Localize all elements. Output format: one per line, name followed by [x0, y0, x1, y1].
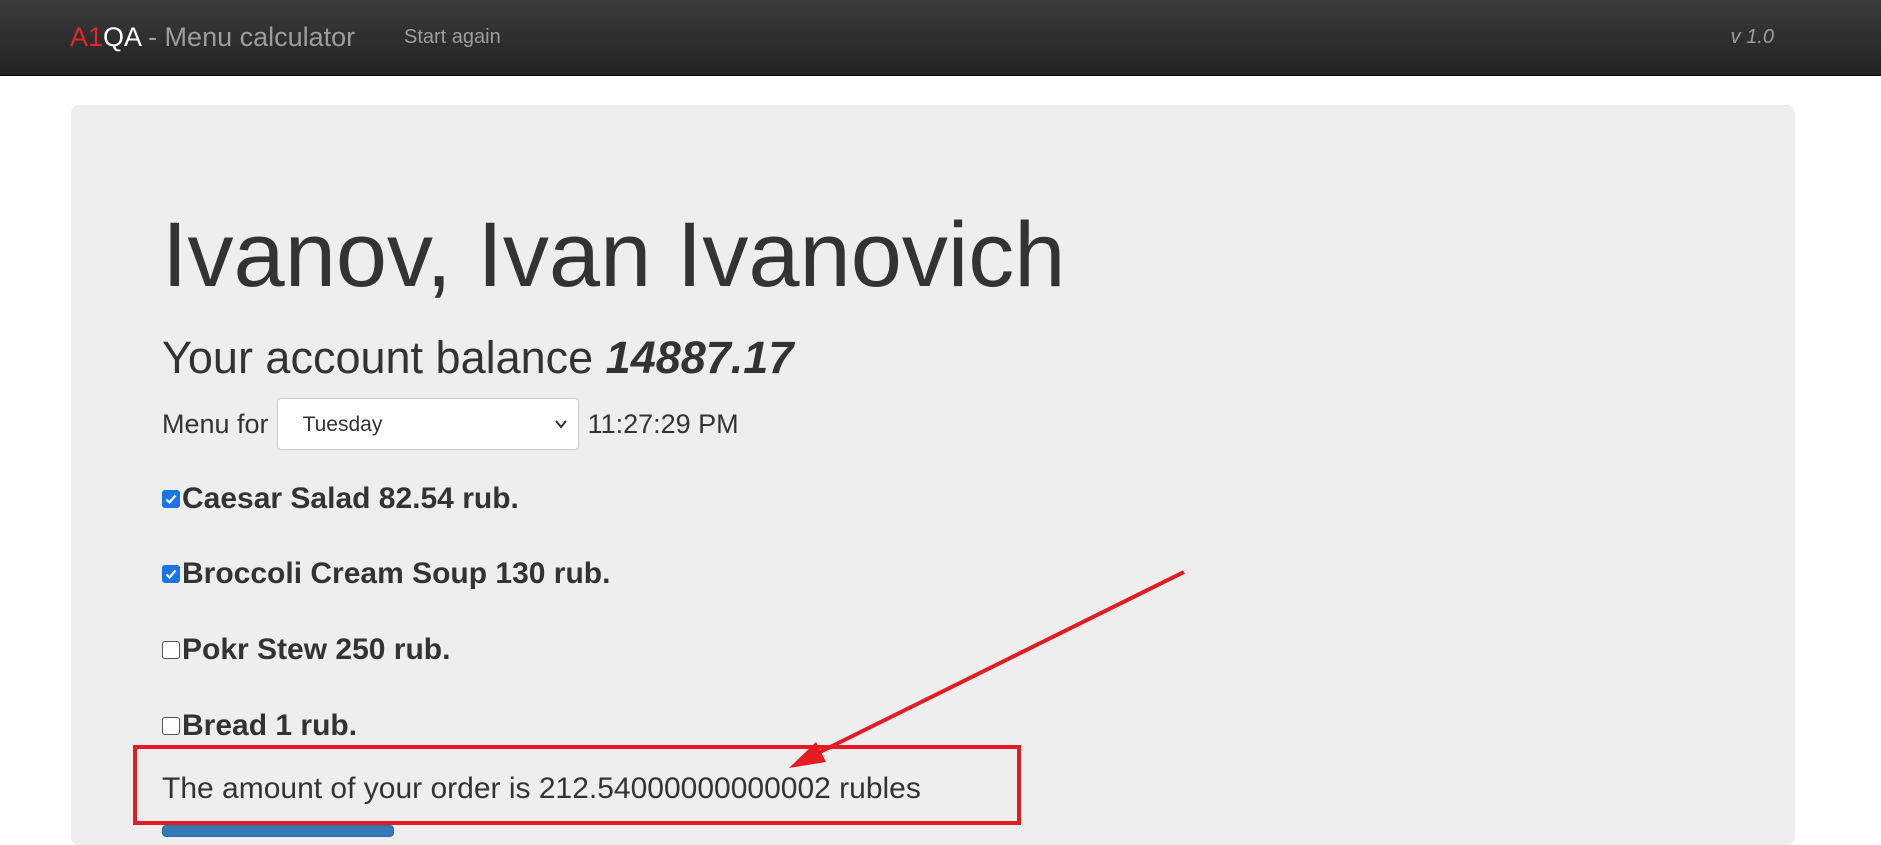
submit-button[interactable]: [162, 825, 394, 837]
brand-a1: A1: [70, 22, 104, 52]
chevron-down-icon: [554, 420, 567, 429]
user-name-heading: Ivanov, Ivan Ivanovich: [162, 204, 1066, 306]
dish-label: Pokr Stew 250 rub.: [182, 633, 451, 666]
balance-label: Your account balance: [162, 332, 606, 383]
brand-qa: QA: [103, 22, 141, 52]
balance-value: 14887.17: [605, 332, 794, 383]
account-balance: Your account balance 14887.17: [162, 332, 793, 384]
dish-label: Bread 1 rub.: [182, 709, 358, 742]
menu-for-label: Menu for: [162, 408, 269, 439]
brand-title: - Menu calculator: [140, 22, 356, 52]
day-select[interactable]: Tuesday: [276, 398, 579, 450]
current-time: 11:27:29 PM: [587, 408, 739, 439]
dish-checkbox[interactable]: [162, 641, 180, 659]
start-again-link[interactable]: Start again: [404, 24, 501, 50]
day-select-value: Tuesday: [302, 413, 383, 436]
dish-item[interactable]: Pokr Stew 250 rub.: [162, 633, 450, 667]
order-total: The amount of your order is 212.54000000…: [162, 772, 921, 805]
version-label: v 1.0: [1730, 26, 1774, 48]
dish-label: Broccoli Cream Soup 130 rub.: [182, 557, 611, 590]
dish-checkbox[interactable]: [162, 490, 180, 508]
dish-item[interactable]: Broccoli Cream Soup 130 rub.: [162, 557, 610, 591]
check-icon: [165, 569, 177, 580]
dish-item[interactable]: Caesar Salad 82.54 rub.: [162, 482, 519, 516]
check-icon: [165, 494, 177, 505]
top-navbar: A1QA - Menu calculator Start again v 1.0: [0, 0, 1881, 76]
dish-label: Caesar Salad 82.54 rub.: [182, 482, 519, 515]
brand-logo[interactable]: A1QA - Menu calculator: [70, 20, 355, 54]
dish-item[interactable]: Bread 1 rub.: [162, 709, 357, 743]
menu-day-row: Menu for Tuesday 11:27:29 PM: [162, 398, 739, 450]
dish-checkbox[interactable]: [162, 717, 180, 735]
dish-checkbox[interactable]: [162, 565, 180, 583]
